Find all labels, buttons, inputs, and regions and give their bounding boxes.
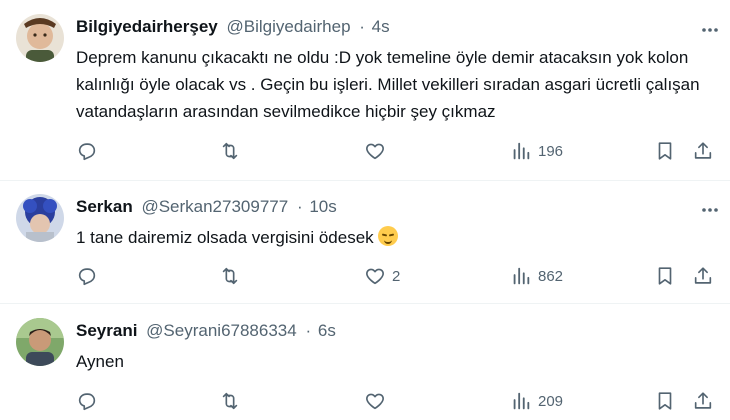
handle[interactable]: @Bilgiyedairhep [226,17,350,36]
views-button[interactable]: 196 [510,139,563,163]
like-icon [366,143,384,160]
views-icon [513,392,530,410]
retweet-icon [222,392,238,410]
views-button[interactable]: 209 [510,389,563,413]
like-icon [366,268,384,285]
like-button[interactable] [364,389,392,413]
display-name[interactable]: Seyrani [76,321,137,340]
like-count: 2 [392,267,401,285]
bookmark-button[interactable] [654,139,676,163]
bookmark-button[interactable] [654,389,676,413]
more-icon[interactable] [700,20,720,40]
tweet-text: 1 tane dairemiz olsada vergisini ödesek [76,228,374,247]
tweet-header: Seyrani @Seyrani67886334 · 6s [76,321,336,341]
separator: · [305,321,312,340]
tweet-text-row: 1 tane dairemiz olsada vergisini ödesek [76,224,716,251]
retweet-button[interactable] [219,389,241,413]
avatar[interactable] [16,318,64,366]
tweet[interactable]: Bilgiyedairherşey @Bilgiyedairhep · 4s D… [0,0,730,180]
timestamp[interactable]: 10s [309,197,336,216]
more-icon[interactable] [700,200,720,220]
handle[interactable]: @Serkan27309777 [141,197,288,216]
views-icon [513,267,530,285]
reply-button[interactable] [76,264,98,288]
tweet-header: Bilgiyedairherşey @Bilgiyedairhep · 4s [76,17,390,37]
reply-icon [78,393,96,411]
tweet[interactable]: Seyrani @Seyrani67886334 · 6s Aynen 209 [0,304,730,420]
display-name[interactable]: Serkan [76,197,133,216]
share-button[interactable] [692,139,714,163]
bookmark-icon [658,142,672,160]
action-bar: 209 [76,389,716,413]
reply-button[interactable] [76,139,98,163]
tweet-text: Deprem kanunu çıkacaktı ne oldu :D yok t… [76,48,700,121]
avatar[interactable] [16,194,64,242]
view-count: 209 [538,392,564,410]
views-icon [513,142,530,160]
views-button[interactable]: 862 [510,264,563,288]
share-icon [694,142,712,159]
avatar[interactable] [16,14,64,62]
like-icon [366,393,384,410]
retweet-icon [222,142,238,160]
tweet-header: Serkan @Serkan27309777 · 10s [76,197,337,217]
separator: · [296,197,303,216]
share-icon [694,267,712,284]
share-button[interactable] [692,264,714,288]
retweet-button[interactable] [219,264,241,288]
separator: · [359,17,365,36]
action-bar: 2 862 [76,264,716,288]
bookmark-icon [658,392,672,410]
share-icon [694,392,712,409]
bookmark-icon [658,267,672,285]
handle[interactable]: @Seyrani67886334 [146,321,297,340]
reply-icon [78,268,96,286]
reply-icon [78,143,96,161]
timestamp[interactable]: 6s [318,321,336,340]
like-button[interactable]: 2 [364,264,400,288]
display-name[interactable]: Bilgiyedairherşey [76,17,218,36]
view-count: 862 [538,267,564,285]
bookmark-button[interactable] [654,264,676,288]
pensive-face-emoji [377,226,398,246]
tweet-text: Aynen [76,352,124,371]
retweet-button[interactable] [219,139,241,163]
retweet-icon [222,267,238,285]
share-button[interactable] [692,389,714,413]
like-button[interactable] [364,139,392,163]
view-count: 196 [538,142,564,160]
reply-button[interactable] [76,389,98,413]
timestamp[interactable]: 4s [372,17,390,36]
action-bar: 196 [76,139,716,163]
tweet[interactable]: Serkan @Serkan27309777 · 10s 1 tane dair… [0,181,730,303]
